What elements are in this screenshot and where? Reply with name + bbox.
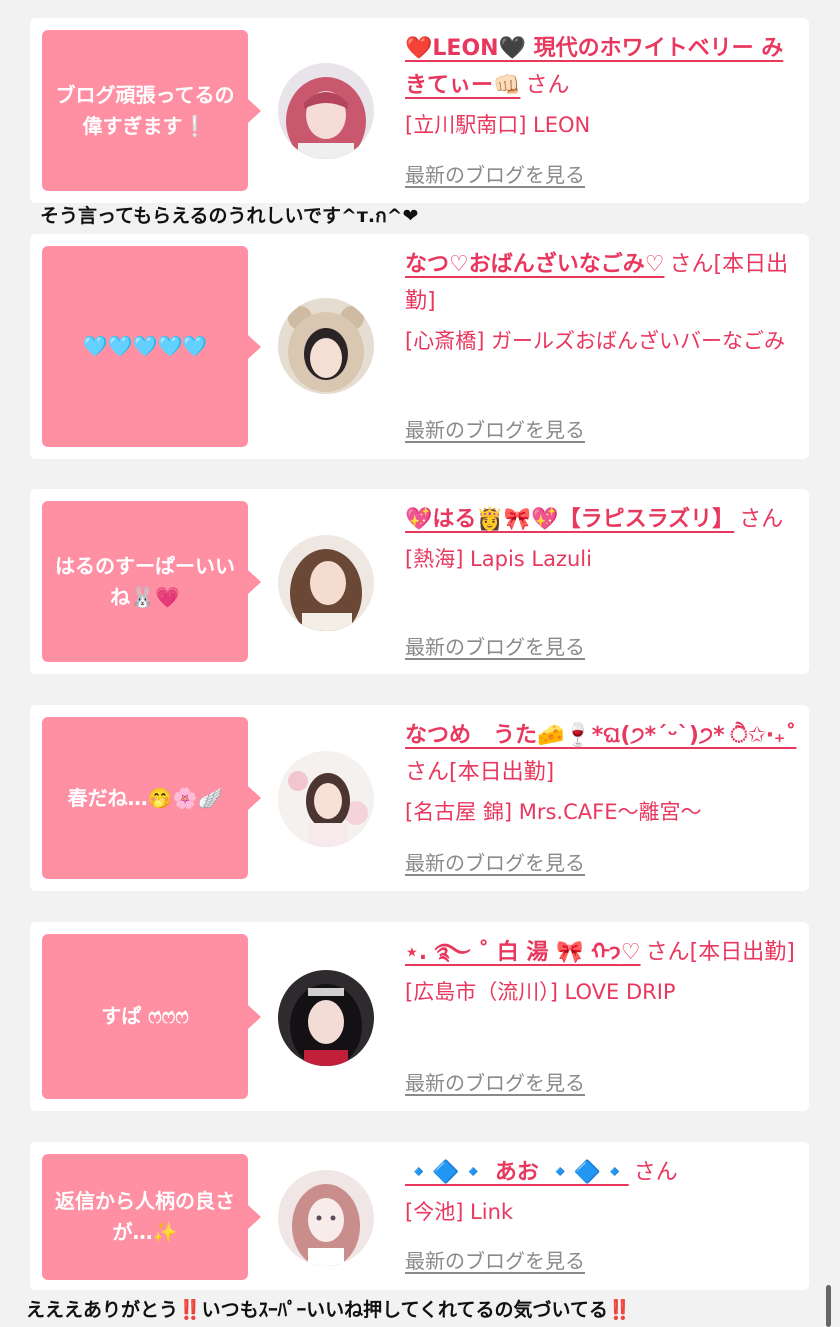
blog-card-4: 春だね…🤭🌸🪽 なつめ うた🧀🍷*ଘ(੭*ˊᵕˋ)੭* ੈ✩‧₊˚ さん[本日出… — [30, 705, 809, 891]
avatar[interactable] — [278, 63, 374, 159]
latest-blog-link[interactable]: 最新のブログを見る — [405, 1067, 585, 1096]
avatar[interactable] — [278, 298, 374, 394]
illustrated-girl-avatar-icon — [278, 1170, 374, 1266]
latest-blog-link[interactable]: 最新のブログを見る — [405, 631, 585, 660]
scrollbar[interactable] — [826, 1285, 831, 1327]
blog-card-3: はるのすーぱーいいね🐰💗 💖はる👸🎀💖【ラピスラズリ】 さん [熱海] Lapi… — [30, 489, 809, 674]
girl-flowers-avatar-icon — [278, 751, 374, 847]
blog-card-2: 🩵🩵🩵🩵🩵 なつ♡おばんざいなごみ♡ さん[本日出勤] [心斎橋] ガールズおば… — [30, 234, 809, 459]
honorific: さん — [739, 507, 784, 532]
latest-blog-link[interactable]: 最新のブログを見る — [405, 159, 585, 188]
message-bubble: ブログ頑張ってるの偉すぎます❕ — [42, 30, 261, 191]
shop-label: [心斎橋] ガールズおばんざいバーなごみ — [405, 329, 786, 353]
shop-label: [今池] Link — [405, 1200, 514, 1224]
honorific: さん[本日出勤] — [405, 760, 555, 785]
message-bubble: 🩵🩵🩵🩵🩵 — [42, 246, 261, 447]
girl-bear-hood-avatar-icon — [278, 298, 374, 394]
message-bubble: すぱ ෆ̇ෆ̇ෆ̇ — [42, 934, 261, 1099]
cast-name-link[interactable]: ❤️LEON🖤 現代のホワイトベリー みきてぃー👊🏻 — [405, 36, 783, 98]
shop-label: [名古屋 錦] Mrs.CAFE〜離宮〜 — [405, 800, 702, 824]
blog-card-6: 返信から人柄の良さが…✨ 🔹🔷🔹 あお 🔹🔷🔹 さん [今池] Link 最新の… — [30, 1142, 809, 1290]
honorific: さん[本日出勤] — [645, 940, 795, 965]
girl-long-hair-avatar-icon — [278, 535, 374, 631]
blog-card-5: すぱ ෆ̇ෆ̇ෆ̇ ⋆. ࿐ ˚ 白 湯 🎀 ᡣ𐭩♡ さん[本日出勤] [広島市… — [30, 922, 809, 1111]
cast-name-link[interactable]: ⋆. ࿐ ˚ 白 湯 🎀 ᡣ𐭩♡ — [405, 940, 641, 965]
cast-name-link[interactable]: 🔹🔷🔹 あお 🔹🔷🔹 — [405, 1160, 629, 1185]
cast-name-link[interactable]: 💖はる👸🎀💖【ラピスラズリ】 — [405, 507, 734, 532]
caption-text: えええありがとう‼️いつもｽｰﾊﾟｰいいね押してくれてるの気づいてる‼️ — [26, 1299, 632, 1321]
blog-card-1: ブログ頑張ってるの偉すぎます❕ ❤️LEON🖤 現代のホワイトベリー みきてぃー… — [30, 18, 809, 203]
avatar[interactable] — [278, 1170, 374, 1266]
cast-name-link[interactable]: なつ♡おばんざいなごみ♡ — [405, 252, 664, 277]
girl-pink-hair-avatar-icon — [278, 63, 374, 159]
message-bubble: 春だね…🤭🌸🪽 — [42, 717, 261, 879]
shop-label: [広島市（流川）] LOVE DRIP — [405, 980, 676, 1004]
avatar[interactable] — [278, 751, 374, 847]
caption-text: そう言ってもらえるのうれしいです^т.ก^❤︎ — [40, 205, 419, 227]
honorific: さん — [525, 73, 570, 98]
cast-name-link[interactable]: なつめ うた🧀🍷*ଘ(੭*ˊᵕˋ)੭* ੈ✩‧₊˚ — [405, 723, 796, 748]
message-bubble: はるのすーぱーいいね🐰💗 — [42, 501, 261, 662]
shop-label: [熱海] Lapis Lazuli — [405, 547, 592, 571]
shop-label: [立川駅南口] LEON — [405, 113, 591, 137]
honorific: さん — [633, 1160, 678, 1185]
avatar[interactable] — [278, 535, 374, 631]
girl-black-hair-avatar-icon — [278, 970, 374, 1066]
latest-blog-link[interactable]: 最新のブログを見る — [405, 414, 585, 443]
latest-blog-link[interactable]: 最新のブログを見る — [405, 847, 585, 876]
latest-blog-link[interactable]: 最新のブログを見る — [405, 1245, 585, 1274]
message-bubble: 返信から人柄の良さが…✨ — [42, 1154, 261, 1280]
avatar[interactable] — [278, 970, 374, 1066]
